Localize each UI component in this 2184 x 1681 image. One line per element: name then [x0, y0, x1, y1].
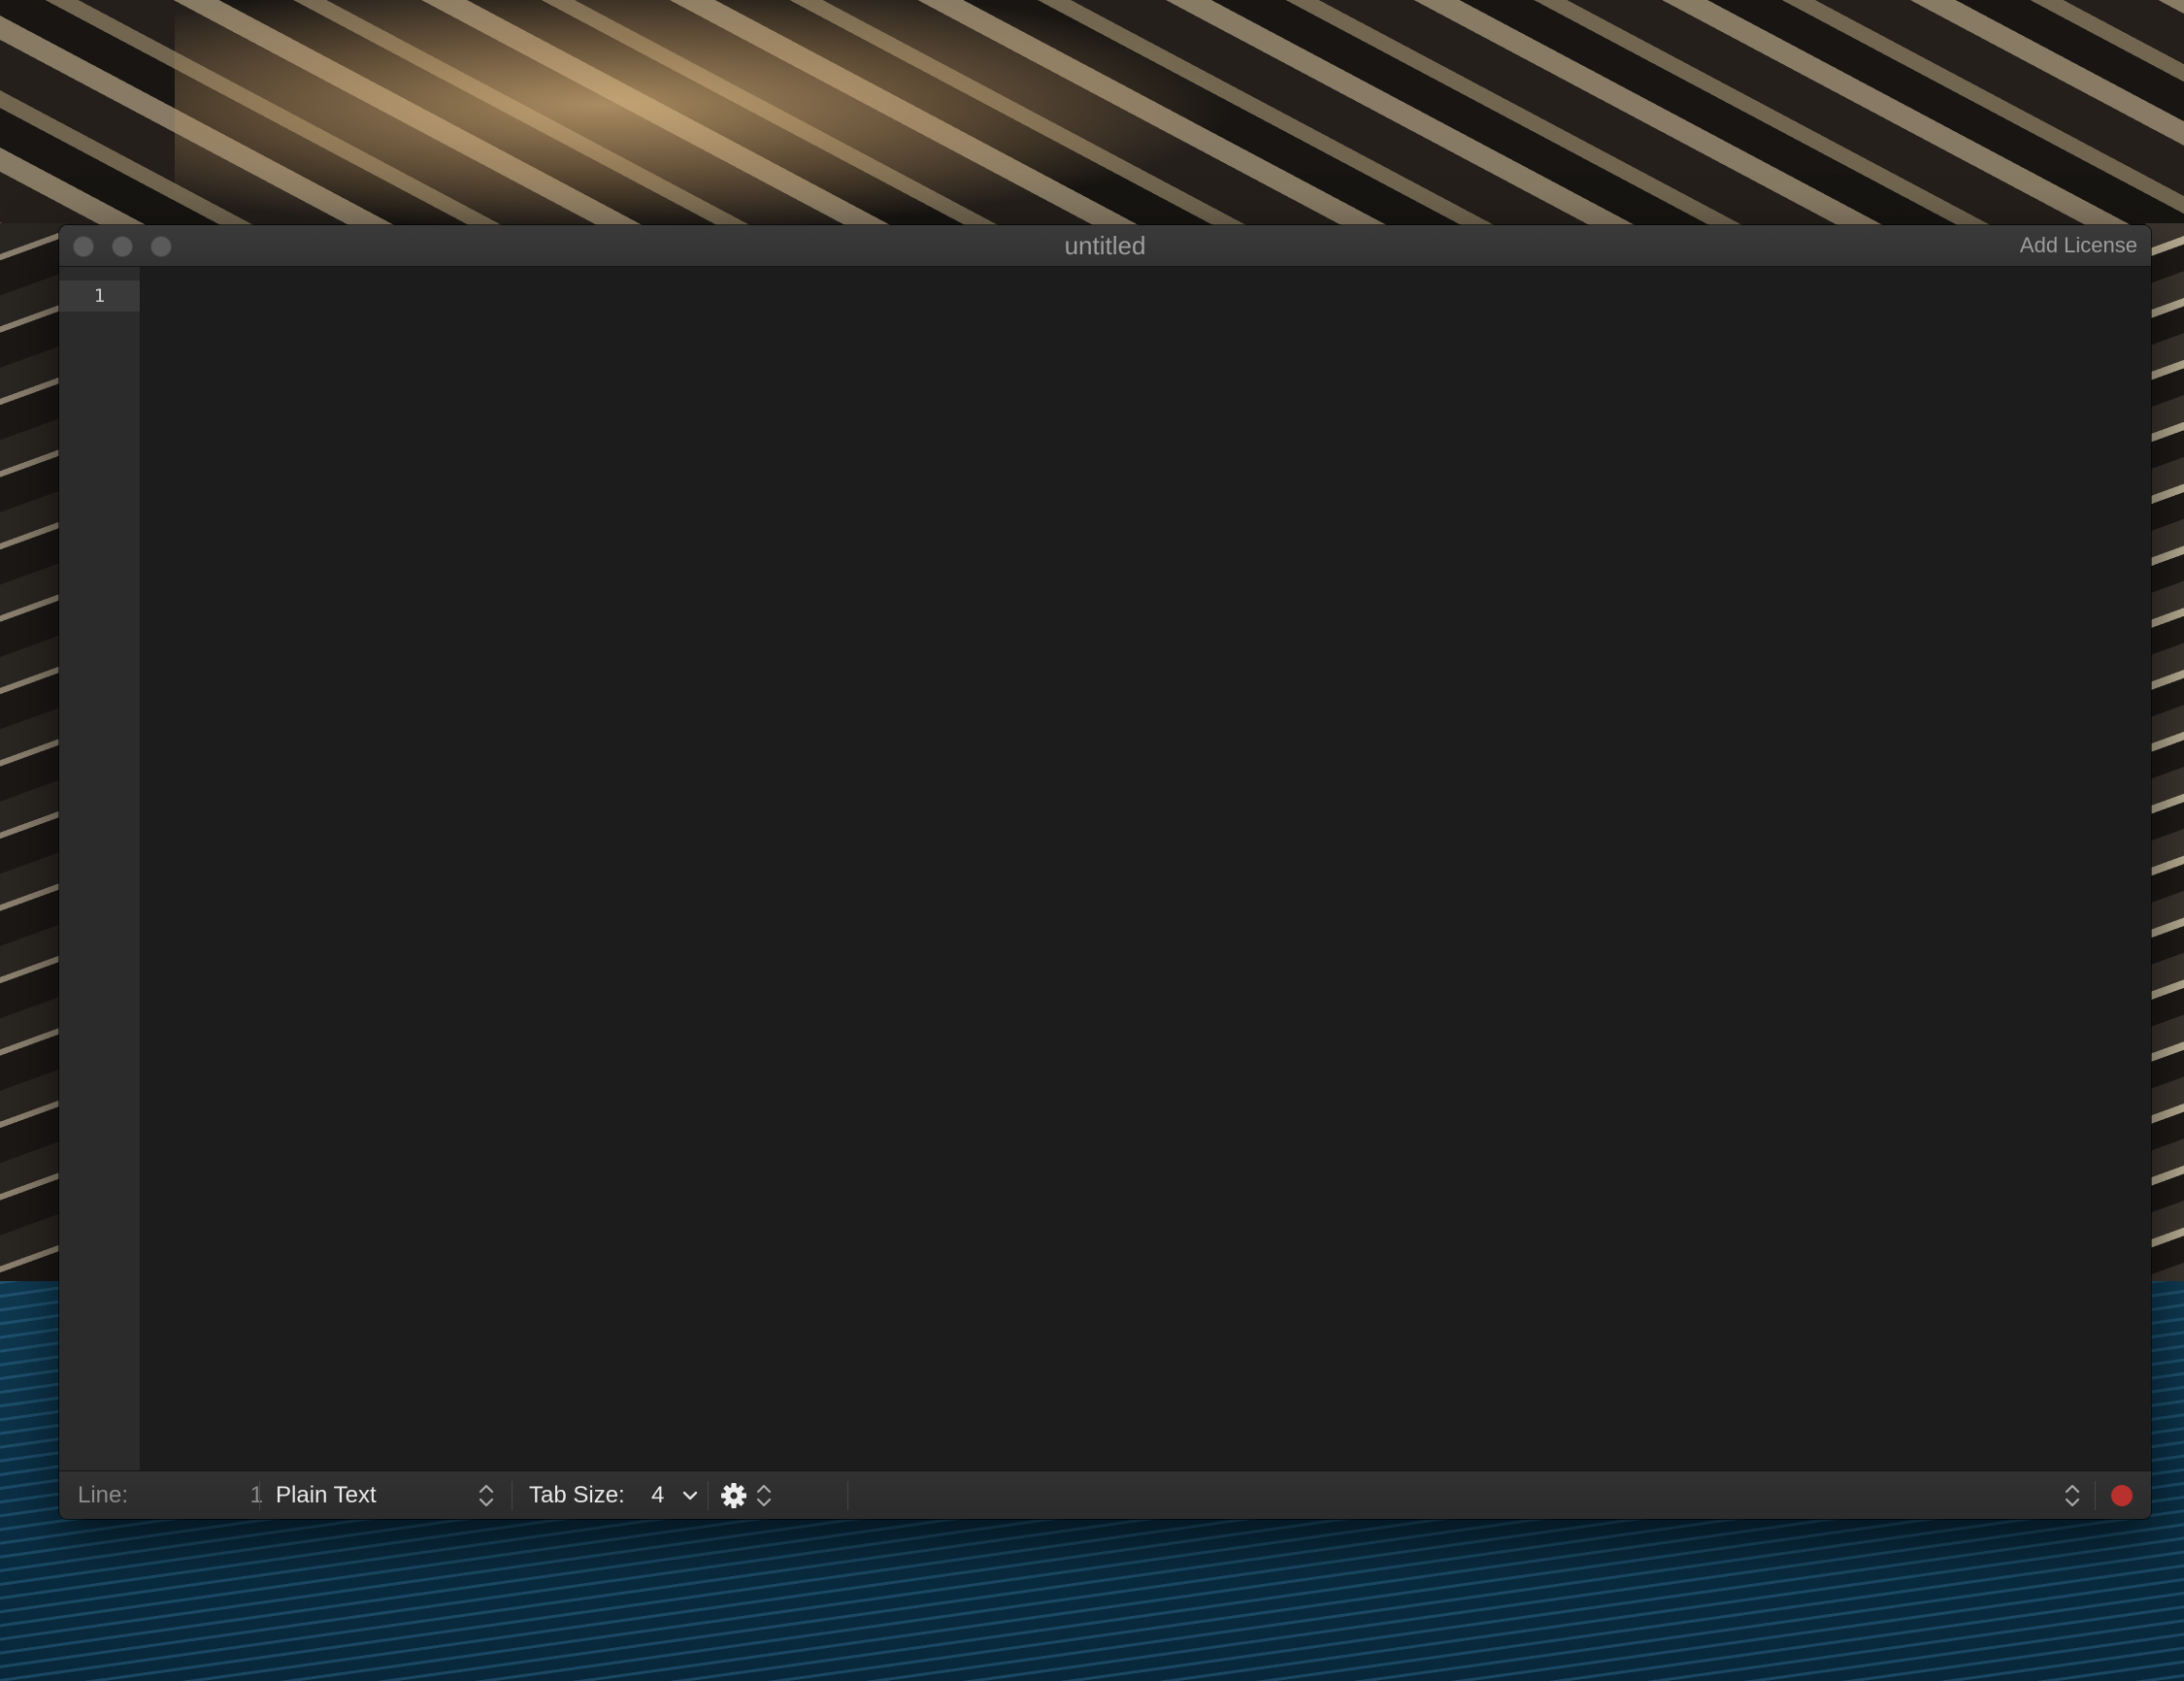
tab-size-label[interactable]: Tab Size:: [529, 1471, 625, 1519]
status-separator: [2095, 1481, 2096, 1510]
line-number: 1: [93, 285, 106, 307]
add-license-link[interactable]: Add License: [2020, 225, 2137, 266]
record-icon[interactable]: [2111, 1485, 2133, 1506]
gear-icon[interactable]: [718, 1471, 749, 1519]
status-separator: [847, 1481, 848, 1510]
line-value: 1: [249, 1482, 263, 1508]
tab-size-value[interactable]: 4: [651, 1471, 664, 1519]
stepper-icon[interactable]: [475, 1471, 498, 1519]
syntax-selector[interactable]: Plain Text: [276, 1471, 377, 1519]
window-title: untitled: [1064, 231, 1146, 260]
wallpaper-rock-right-edge: [2145, 223, 2184, 1291]
stepper-icon[interactable]: [2061, 1471, 2084, 1519]
wallpaper-rock-left-edge: [0, 223, 68, 1291]
line-number-gutter: 1: [59, 267, 141, 1470]
editor-window: untitled Add License 1 Line: 1 Plain Tex…: [59, 225, 2151, 1519]
desktop-wallpaper: untitled Add License 1 Line: 1 Plain Tex…: [0, 0, 2184, 1681]
status-separator: [708, 1481, 709, 1510]
title-bar[interactable]: untitled Add License: [59, 225, 2151, 267]
status-separator: [259, 1481, 260, 1510]
line-label: Line:: [78, 1482, 129, 1508]
stepper-icon[interactable]: [753, 1471, 775, 1519]
status-bar: Line: 1 Plain Text Tab Size: 4: [59, 1470, 2151, 1519]
text-editor-area[interactable]: [141, 267, 2151, 1470]
wallpaper-rock-highlight: [175, 0, 1242, 233]
current-line-highlight: 1: [59, 280, 140, 312]
chevron-down-icon[interactable]: [680, 1471, 700, 1519]
status-separator: [512, 1481, 513, 1510]
